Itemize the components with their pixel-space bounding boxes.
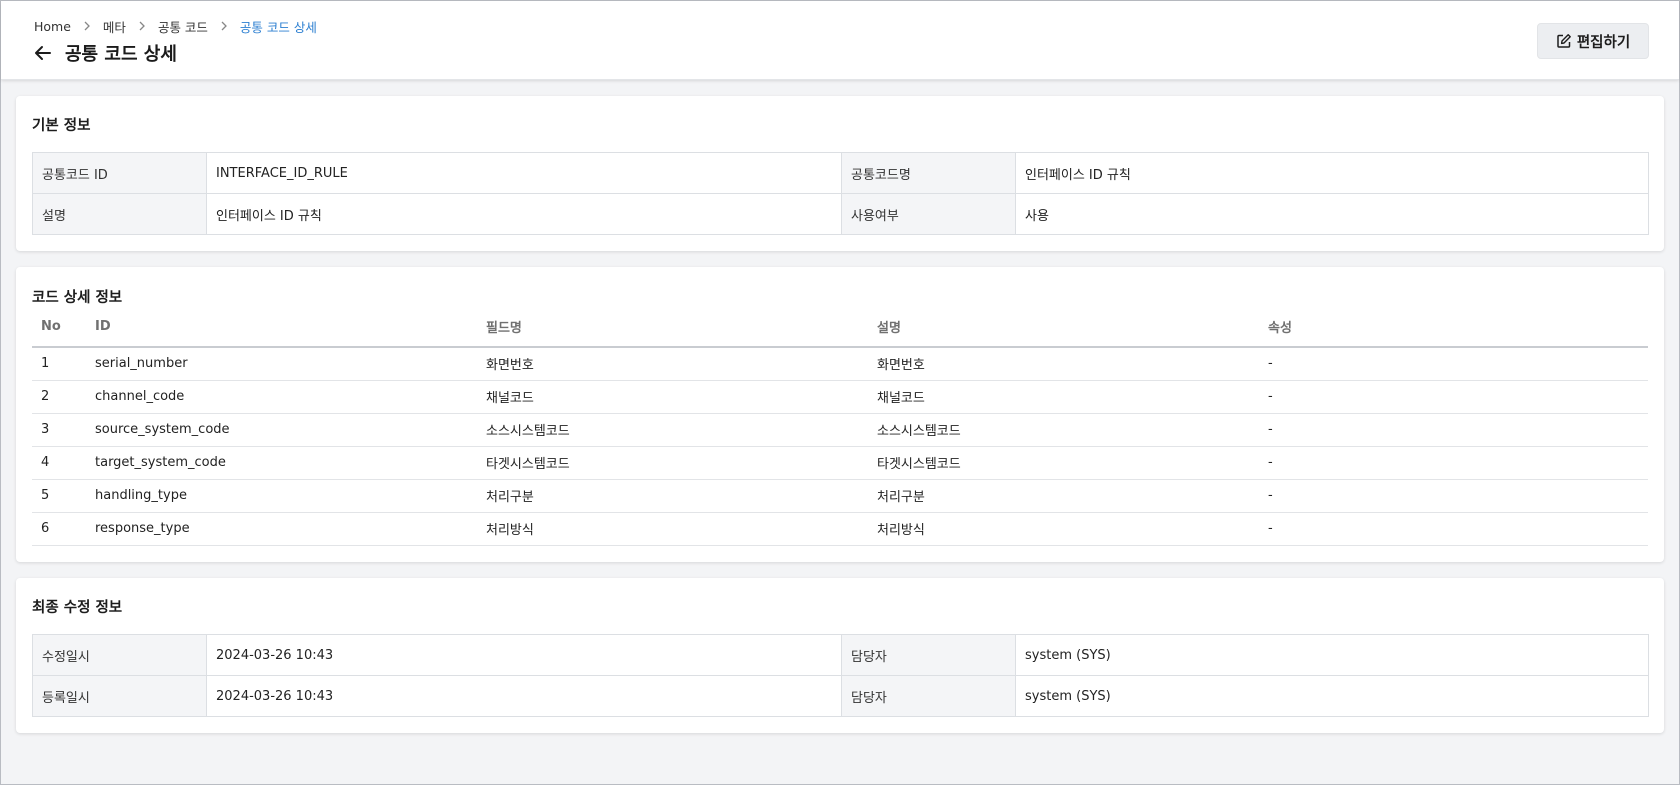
field-value: INTERFACE_ID_RULE [206,152,842,194]
cell-no: 1 [32,347,86,381]
section-title: 최종 수정 정보 [32,600,123,616]
cell-id: channel_code [86,380,477,414]
cell-attribute: - [1259,413,1648,447]
field-label: 수정일시 [32,634,207,676]
table-row: 4 target_system_code 타겟시스템코드 타겟시스템코드 - [32,446,1648,480]
table-row: 수정일시 2024-03-26 10:43 담당자 system (SYS) [32,634,1649,676]
page-title: 공통 코드 상세 [65,44,177,65]
cell-attribute: - [1259,512,1648,546]
chevron-right-icon [220,20,228,34]
column-header: 설명 [868,307,1259,348]
breadcrumb: Home 메타 공통 코드 공통 코드 상세 [34,17,317,36]
edit-icon [1556,33,1572,49]
field-value: 2024-03-26 10:43 [206,675,842,717]
breadcrumb-common-code[interactable]: 공통 코드 [158,17,208,36]
table-row: 1 serial_number 화면번호 화면번호 - [32,347,1648,381]
cell-description: 처리방식 [868,512,1259,546]
field-label: 등록일시 [32,675,207,717]
section-title: 기본 정보 [32,118,91,134]
field-value: 인터페이스 ID 규칙 [206,193,842,235]
table-row: 6 response_type 처리방식 처리방식 - [32,512,1648,546]
breadcrumb-meta[interactable]: 메타 [103,17,126,36]
cell-id: source_system_code [86,413,477,447]
cell-id: serial_number [86,347,477,381]
column-header: 속성 [1259,307,1648,348]
code-detail-table: No ID 필드명 설명 속성 1 serial_number 화면번호 화면번… [32,307,1648,546]
last-modified-card: 최종 수정 정보 수정일시 2024-03-26 10:43 담당자 syste… [16,578,1664,733]
last-modified-table: 수정일시 2024-03-26 10:43 담당자 system (SYS) 등… [32,634,1649,717]
field-label: 설명 [32,193,207,235]
cell-attribute: - [1259,380,1648,414]
cell-description: 타겟시스템코드 [868,446,1259,480]
breadcrumb-home[interactable]: Home [34,19,71,34]
cell-attribute: - [1259,479,1648,513]
table-row: 공통코드 ID INTERFACE_ID_RULE 공통코드명 인터페이스 ID… [32,152,1649,194]
arrow-left-icon[interactable] [33,43,53,63]
cell-attribute: - [1259,446,1648,480]
cell-no: 3 [32,413,86,447]
field-value: 사용 [1015,193,1649,235]
cell-no: 4 [32,446,86,480]
cell-description: 화면번호 [868,347,1259,381]
column-header: ID [86,307,477,348]
table-row: 설명 인터페이스 ID 규칙 사용여부 사용 [32,193,1649,235]
field-label: 공통코드 ID [32,152,207,194]
edit-button[interactable]: 편집하기 [1537,23,1649,59]
field-label: 담당자 [841,634,1016,676]
cell-description: 소스시스템코드 [868,413,1259,447]
field-value: system (SYS) [1015,675,1649,717]
field-value: 2024-03-26 10:43 [206,634,842,676]
field-label: 공통코드명 [841,152,1016,194]
cell-no: 5 [32,479,86,513]
cell-no: 6 [32,512,86,546]
column-header: No [32,307,86,348]
field-label: 사용여부 [841,193,1016,235]
cell-attribute: - [1259,347,1648,381]
page-header: Home 메타 공통 코드 공통 코드 상세 공통 코드 상세 편집하기 [1,1,1679,80]
cell-field-name: 채널코드 [477,380,868,414]
cell-field-name: 처리방식 [477,512,868,546]
cell-field-name: 화면번호 [477,347,868,381]
table-row: 3 source_system_code 소스시스템코드 소스시스템코드 - [32,413,1648,447]
title-row: 공통 코드 상세 [33,40,177,66]
cell-no: 2 [32,380,86,414]
table-row: 2 channel_code 채널코드 채널코드 - [32,380,1648,414]
cell-field-name: 처리구분 [477,479,868,513]
cell-field-name: 소스시스템코드 [477,413,868,447]
field-value: 인터페이스 ID 규칙 [1015,152,1649,194]
table-row: 5 handling_type 처리구분 처리구분 - [32,479,1648,513]
basic-info-card: 기본 정보 공통코드 ID INTERFACE_ID_RULE 공통코드명 인터… [16,96,1664,251]
chevron-right-icon [83,20,91,34]
cell-id: handling_type [86,479,477,513]
basic-info-table: 공통코드 ID INTERFACE_ID_RULE 공통코드명 인터페이스 ID… [32,152,1649,235]
cell-id: response_type [86,512,477,546]
cell-id: target_system_code [86,446,477,480]
field-label: 담당자 [841,675,1016,717]
column-header: 필드명 [477,307,868,348]
cell-field-name: 타겟시스템코드 [477,446,868,480]
breadcrumb-current: 공통 코드 상세 [239,20,317,35]
code-detail-card: 코드 상세 정보 No ID 필드명 설명 속성 1 serial_number… [16,267,1664,562]
chevron-right-icon [138,20,146,34]
field-value: system (SYS) [1015,634,1649,676]
section-title: 코드 상세 정보 [32,290,123,306]
edit-button-label: 편집하기 [1576,34,1631,51]
cell-description: 처리구분 [868,479,1259,513]
table-header-row: No ID 필드명 설명 속성 [32,307,1648,348]
table-row: 등록일시 2024-03-26 10:43 담당자 system (SYS) [32,675,1649,717]
cell-description: 채널코드 [868,380,1259,414]
